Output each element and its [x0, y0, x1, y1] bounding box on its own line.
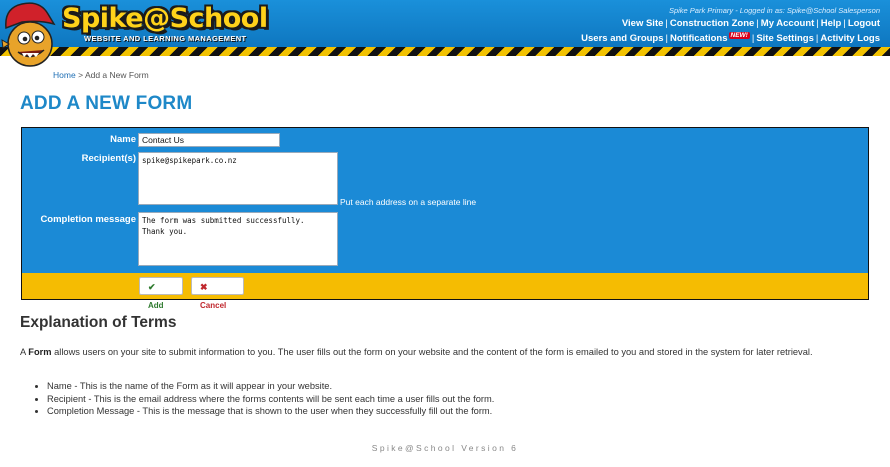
breadcrumb-home[interactable]: Home [53, 70, 76, 80]
term-item-name: Name - This is the name of the Form as i… [47, 380, 494, 393]
nav-my-account[interactable]: My Account [761, 18, 814, 29]
nav-help[interactable]: Help [821, 18, 842, 29]
terms-list: Name - This is the name of the Form as i… [34, 380, 494, 418]
nav-logout[interactable]: Logout [848, 18, 880, 29]
breadcrumb: Home > Add a New Form [53, 70, 149, 80]
new-badge: NEW! [728, 32, 750, 39]
nav-notifications[interactable]: Notifications [670, 33, 728, 44]
logo-text: Spike@School [62, 3, 268, 34]
intro-text: allows users on your site to submit info… [51, 347, 813, 357]
breadcrumb-separator: > [78, 70, 84, 80]
nav-view-site[interactable]: View Site [622, 18, 664, 29]
name-input[interactable] [138, 133, 280, 147]
term-item-completion-message: Completion Message - This is the message… [47, 405, 494, 418]
close-icon: ✖ [200, 282, 208, 292]
explanation-heading: Explanation of Terms [20, 314, 177, 331]
page-title: ADD A NEW FORM [20, 93, 193, 114]
logo-subtitle: WEBSITE AND LEARNING MANAGEMENT [84, 34, 247, 43]
nav-site-settings[interactable]: Site Settings [756, 33, 814, 44]
cancel-button-label: Cancel [200, 301, 227, 310]
term-item-recipient: Recipient - This is the email address wh… [47, 393, 494, 406]
logged-in-status: Spike Park Primary - Logged in as: Spike… [668, 6, 880, 15]
nav-activity-logs[interactable]: Activity Logs [820, 33, 880, 44]
breadcrumb-current: Add a New Form [84, 70, 149, 80]
cancel-button[interactable]: ✖ Cancel [191, 277, 244, 310]
intro-term: Form [28, 347, 52, 357]
nav-users-and-groups[interactable]: Users and Groups [581, 33, 663, 44]
recipients-label: Recipient(s) [81, 153, 136, 164]
recipients-hint: Put each address on a separate line [340, 197, 477, 207]
mascot-icon [1, 2, 56, 67]
top-nav-secondary: Users and Groups | Notifications NEW! | Site … [581, 32, 880, 44]
explanation-intro: A Form allows users on your site to subm… [20, 346, 880, 359]
form-actions: ✔ Add ✖ Cancel [21, 273, 869, 310]
form-panel: Name Recipient(s) spike@spikepark.co.nz … [21, 127, 869, 275]
check-circle-icon: ✔ [148, 282, 156, 292]
footer-version: Spike@School Version 6 [371, 443, 519, 453]
add-button-label: Add [148, 301, 164, 310]
hazard-stripe [0, 47, 890, 56]
add-button[interactable]: ✔ Add [139, 277, 183, 310]
top-nav-primary: View Site | Construction Zone | My Account | H… [621, 18, 880, 29]
completion-message-textarea[interactable]: The form was submitted successfully. Tha… [138, 212, 338, 266]
nav-construction-zone[interactable]: Construction Zone [670, 18, 754, 29]
name-label: Name [110, 134, 136, 145]
site-logo[interactable]: Spike@School WEBSITE AND LEARNING MANAGE… [62, 3, 268, 44]
completion-message-label: Completion message [40, 214, 136, 225]
recipients-textarea[interactable]: spike@spikepark.co.nz [138, 152, 338, 205]
